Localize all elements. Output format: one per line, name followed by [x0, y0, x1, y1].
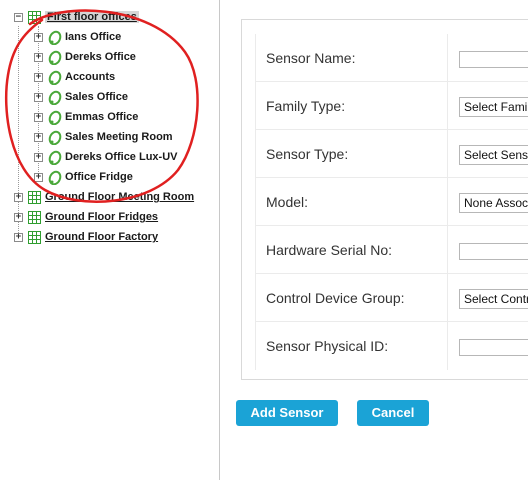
form-row-sensor-type: Sensor Type: Select Sensor Type [255, 130, 528, 178]
expand-toggle[interactable]: + [34, 172, 43, 182]
model-label: Model: [266, 194, 309, 210]
tree-node-label[interactable]: Sales Meeting Room [65, 131, 173, 143]
tree-node-ground-floor-meeting-room[interactable]: + Ground Floor Meeting Room [14, 188, 194, 206]
zone-grid-icon [28, 190, 41, 204]
tree-node-emmas-office[interactable]: + Emmas Office [34, 108, 138, 126]
model-select[interactable]: None Associated [459, 193, 528, 213]
sensor-leaf-icon [48, 90, 62, 105]
zone-grid-icon [28, 10, 41, 24]
tree-node-label[interactable]: Ians Office [65, 31, 121, 43]
add-sensor-button[interactable]: Add Sensor [236, 400, 338, 426]
tree-node-label[interactable]: Emmas Office [65, 111, 138, 123]
tree-node-label[interactable]: Dereks Office [65, 51, 136, 63]
zone-grid-icon [28, 210, 41, 224]
tree-node-label[interactable]: First floor offices [45, 11, 139, 23]
form-row-control-device-group: Control Device Group: Select Control Dev… [255, 274, 528, 322]
sensor-leaf-icon [48, 110, 62, 125]
sensor-leaf-icon [48, 170, 62, 185]
sensor-leaf-icon [48, 30, 62, 45]
expand-toggle[interactable]: + [14, 232, 23, 242]
tree-node-label[interactable]: Office Fridge [65, 171, 133, 183]
tree-node-label[interactable]: Ground Floor Meeting Room [45, 191, 194, 203]
expand-toggle[interactable]: + [14, 212, 23, 222]
sensor-type-label: Sensor Type: [266, 146, 349, 162]
sensor-name-label: Sensor Name: [266, 50, 356, 66]
expand-toggle[interactable]: + [34, 52, 43, 62]
cancel-button[interactable]: Cancel [357, 400, 429, 426]
tree-node-ians-office[interactable]: + Ians Office [34, 28, 121, 46]
family-type-select[interactable]: Select Family Type [459, 97, 528, 117]
collapse-toggle[interactable]: − [14, 12, 23, 22]
tree-node-first-floor-offices[interactable]: − First floor offices [14, 8, 139, 26]
location-tree-panel: − First floor offices + Ians Office + De… [0, 0, 219, 480]
sensor-physical-id-label: Sensor Physical ID: [266, 338, 389, 354]
form-row-hardware-serial: Hardware Serial No: [255, 226, 528, 274]
panel-divider [219, 0, 220, 480]
form-row-sensor-physical-id: Sensor Physical ID: [255, 322, 528, 370]
expand-toggle[interactable]: + [34, 132, 43, 142]
tree-node-dereks-office[interactable]: + Dereks Office [34, 48, 136, 66]
control-device-group-select[interactable]: Select Control Device Group [459, 289, 528, 309]
sensor-leaf-icon [48, 50, 62, 65]
tree-node-ground-floor-fridges[interactable]: + Ground Floor Fridges [14, 208, 158, 226]
zone-grid-icon [28, 230, 41, 244]
sensor-name-input[interactable] [459, 51, 528, 68]
expand-toggle[interactable]: + [34, 92, 43, 102]
tree-node-accounts[interactable]: + Accounts [34, 68, 115, 86]
expand-toggle[interactable]: + [34, 112, 43, 122]
tree-node-label[interactable]: Accounts [65, 71, 115, 83]
tree-node-dereks-office-lux-uv[interactable]: + Dereks Office Lux-UV [34, 148, 177, 166]
tree-node-sales-office[interactable]: + Sales Office [34, 88, 128, 106]
sensor-leaf-icon [48, 150, 62, 165]
expand-toggle[interactable]: + [34, 32, 43, 42]
control-device-group-label: Control Device Group: [266, 290, 405, 306]
tree-node-label[interactable]: Sales Office [65, 91, 128, 103]
hardware-serial-input[interactable] [459, 243, 528, 260]
tree-node-office-fridge[interactable]: + Office Fridge [34, 168, 133, 186]
family-type-label: Family Type: [266, 98, 346, 114]
sensor-leaf-icon [48, 130, 62, 145]
sensor-form: Sensor Name: Family Type: Select Family … [241, 19, 528, 380]
sensor-leaf-icon [48, 70, 62, 85]
tree-node-sales-meeting-room[interactable]: + Sales Meeting Room [34, 128, 173, 146]
expand-toggle[interactable]: + [14, 192, 23, 202]
form-row-model: Model: None Associated [255, 178, 528, 226]
tree-node-label[interactable]: Dereks Office Lux-UV [65, 151, 177, 163]
tree-node-label[interactable]: Ground Floor Fridges [45, 211, 158, 223]
tree-node-label[interactable]: Ground Floor Factory [45, 231, 158, 243]
tree-node-ground-floor-factory[interactable]: + Ground Floor Factory [14, 228, 158, 246]
sensor-type-select[interactable]: Select Sensor Type [459, 145, 528, 165]
hardware-serial-label: Hardware Serial No: [266, 242, 393, 258]
expand-toggle[interactable]: + [34, 72, 43, 82]
sensor-physical-id-input[interactable] [459, 339, 528, 356]
expand-toggle[interactable]: + [34, 152, 43, 162]
form-row-family-type: Family Type: Select Family Type [255, 82, 528, 130]
form-row-sensor-name: Sensor Name: [255, 34, 528, 82]
